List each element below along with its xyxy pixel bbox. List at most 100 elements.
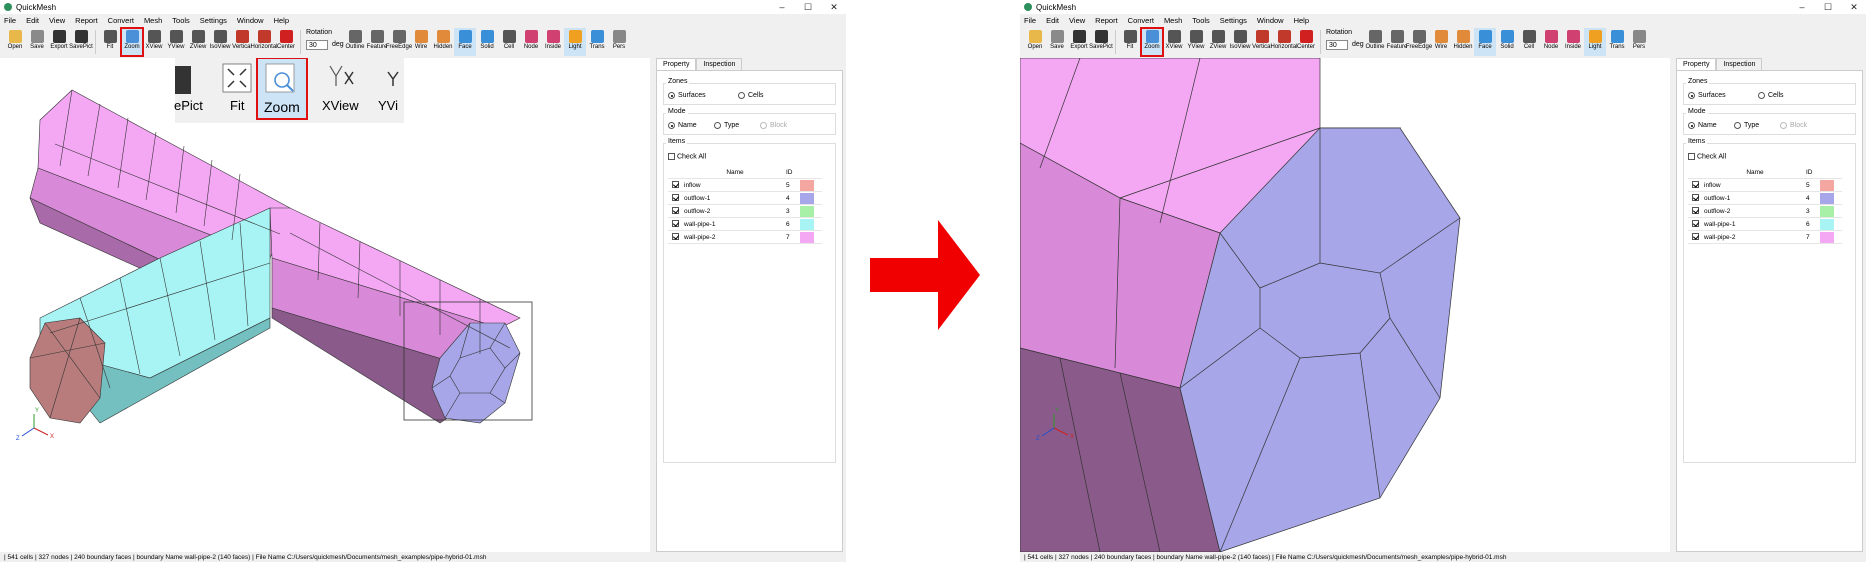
- list-item[interactable]: outflow-2 3: [1688, 205, 1842, 218]
- menu-tools[interactable]: Tools: [172, 16, 190, 27]
- item-color-swatch[interactable]: [800, 192, 814, 204]
- horizontal-button[interactable]: Horizontal: [251, 28, 278, 56]
- light-button[interactable]: Light: [564, 28, 586, 56]
- list-item[interactable]: wall-pipe-1 6: [668, 218, 822, 231]
- inside-button[interactable]: Inside: [542, 28, 564, 56]
- item-color-swatch[interactable]: [800, 205, 814, 217]
- list-item[interactable]: outflow-1 4: [1688, 192, 1842, 205]
- minimize-button[interactable]: –: [770, 0, 794, 14]
- mode-type-radio[interactable]: Type: [714, 122, 739, 129]
- menu-settings[interactable]: Settings: [200, 16, 227, 27]
- item-color-swatch[interactable]: [1820, 179, 1834, 191]
- menu-convert[interactable]: Convert: [108, 16, 134, 27]
- item-checkbox[interactable]: [1691, 181, 1699, 189]
- inside-button[interactable]: Inside: [1562, 28, 1584, 56]
- save-button[interactable]: Save: [1046, 28, 1068, 56]
- item-color-swatch[interactable]: [1820, 218, 1834, 230]
- menu-file[interactable]: File: [1024, 16, 1036, 27]
- menu-view[interactable]: View: [1069, 16, 1085, 27]
- export-button[interactable]: Export: [48, 28, 70, 56]
- item-color-swatch[interactable]: [800, 218, 814, 230]
- xview-button[interactable]: XView: [1163, 28, 1185, 56]
- node-button[interactable]: Node: [1540, 28, 1562, 56]
- menu-mesh[interactable]: Mesh: [144, 16, 162, 27]
- feature-button[interactable]: Feature: [366, 28, 388, 56]
- xview-button[interactable]: XView: [143, 28, 165, 56]
- item-checkbox[interactable]: [1691, 233, 1699, 241]
- zones-cells-radio[interactable]: Cells: [738, 92, 764, 99]
- item-color-swatch[interactable]: [1820, 231, 1834, 243]
- tab-inspection[interactable]: Inspection: [1716, 58, 1763, 70]
- zview-button[interactable]: ZView: [1207, 28, 1229, 56]
- open-button[interactable]: Open: [1024, 28, 1046, 56]
- item-color-swatch[interactable]: [1820, 205, 1834, 217]
- menu-file[interactable]: File: [4, 16, 16, 27]
- close-button[interactable]: ✕: [822, 0, 846, 14]
- menu-window[interactable]: Window: [237, 16, 264, 27]
- item-checkbox[interactable]: [671, 207, 679, 215]
- menu-help[interactable]: Help: [274, 16, 289, 27]
- menu-report[interactable]: Report: [1095, 16, 1118, 27]
- col-name[interactable]: Name: [682, 169, 786, 176]
- menu-report[interactable]: Report: [75, 16, 98, 27]
- item-color-swatch[interactable]: [800, 231, 814, 243]
- savepict-button[interactable]: SavePict: [1089, 28, 1113, 56]
- list-item[interactable]: outflow-2 3: [668, 205, 822, 218]
- vertical-button[interactable]: Vertical: [1251, 28, 1273, 56]
- trans-button[interactable]: Trans: [586, 28, 608, 56]
- item-checkbox[interactable]: [671, 233, 679, 241]
- cell-button[interactable]: Cell: [498, 28, 520, 56]
- zones-surfaces-radio[interactable]: Surfaces: [1688, 92, 1726, 99]
- freeedge-button[interactable]: FreeEdge: [1406, 28, 1432, 56]
- rotation-input[interactable]: 30: [1326, 40, 1348, 50]
- col-id[interactable]: ID: [786, 169, 800, 176]
- isoview-button[interactable]: IsoView: [1229, 28, 1251, 56]
- feature-button[interactable]: Feature: [1386, 28, 1408, 56]
- yview-button[interactable]: YView: [165, 28, 187, 56]
- hidden-button[interactable]: Hidden: [1452, 28, 1474, 56]
- export-button[interactable]: Export: [1068, 28, 1090, 56]
- center-button[interactable]: Center: [275, 28, 297, 56]
- pers-button[interactable]: Pers: [1628, 28, 1650, 56]
- tab-property[interactable]: Property: [656, 58, 697, 70]
- item-checkbox[interactable]: [671, 220, 679, 228]
- item-color-swatch[interactable]: [800, 179, 814, 191]
- center-button[interactable]: Center: [1295, 28, 1317, 56]
- mode-type-radio[interactable]: Type: [1734, 122, 1759, 129]
- zoom-button[interactable]: Zoom: [120, 27, 144, 57]
- open-button[interactable]: Open: [4, 28, 26, 56]
- vertical-button[interactable]: Vertical: [231, 28, 253, 56]
- outline-button[interactable]: Outline: [1364, 28, 1386, 56]
- mesh-render[interactable]: ePict Fit Zoom XView YVi Y X Z: [0, 58, 650, 552]
- close-button[interactable]: ✕: [1842, 0, 1866, 14]
- freeedge-button[interactable]: FreeEdge: [386, 28, 412, 56]
- tab-property[interactable]: Property: [1676, 58, 1717, 70]
- horizontal-button[interactable]: Horizontal: [1271, 28, 1298, 56]
- mesh-viewport[interactable]: Y X Z: [1020, 58, 1670, 552]
- tab-inspection[interactable]: Inspection: [696, 58, 743, 70]
- check-all[interactable]: Check All: [1688, 153, 1726, 160]
- mesh-render-zoomed[interactable]: Y X Z: [1020, 58, 1670, 552]
- item-checkbox[interactable]: [1691, 194, 1699, 202]
- wire-button[interactable]: Wire: [410, 28, 432, 56]
- face-button[interactable]: Face: [454, 28, 476, 56]
- maximize-button[interactable]: ☐: [796, 0, 820, 14]
- face-button[interactable]: Face: [1474, 28, 1496, 56]
- solid-button[interactable]: Solid: [476, 28, 498, 56]
- menu-window[interactable]: Window: [1257, 16, 1284, 27]
- hidden-button[interactable]: Hidden: [432, 28, 454, 56]
- zones-surfaces-radio[interactable]: Surfaces: [668, 92, 706, 99]
- savepict-button[interactable]: SavePict: [69, 28, 93, 56]
- menu-edit[interactable]: Edit: [1046, 16, 1059, 27]
- rotation-input[interactable]: 30: [306, 40, 328, 50]
- list-item[interactable]: wall-pipe-1 6: [1688, 218, 1842, 231]
- list-item[interactable]: outflow-1 4: [668, 192, 822, 205]
- solid-button[interactable]: Solid: [1496, 28, 1518, 56]
- light-button[interactable]: Light: [1584, 28, 1606, 56]
- col-id[interactable]: ID: [1806, 169, 1820, 176]
- yview-button[interactable]: YView: [1185, 28, 1207, 56]
- zview-button[interactable]: ZView: [187, 28, 209, 56]
- mesh-viewport[interactable]: ePict Fit Zoom XView YVi Y X Z: [0, 58, 650, 552]
- mode-name-radio[interactable]: Name: [1688, 122, 1717, 129]
- item-color-swatch[interactable]: [1820, 192, 1834, 204]
